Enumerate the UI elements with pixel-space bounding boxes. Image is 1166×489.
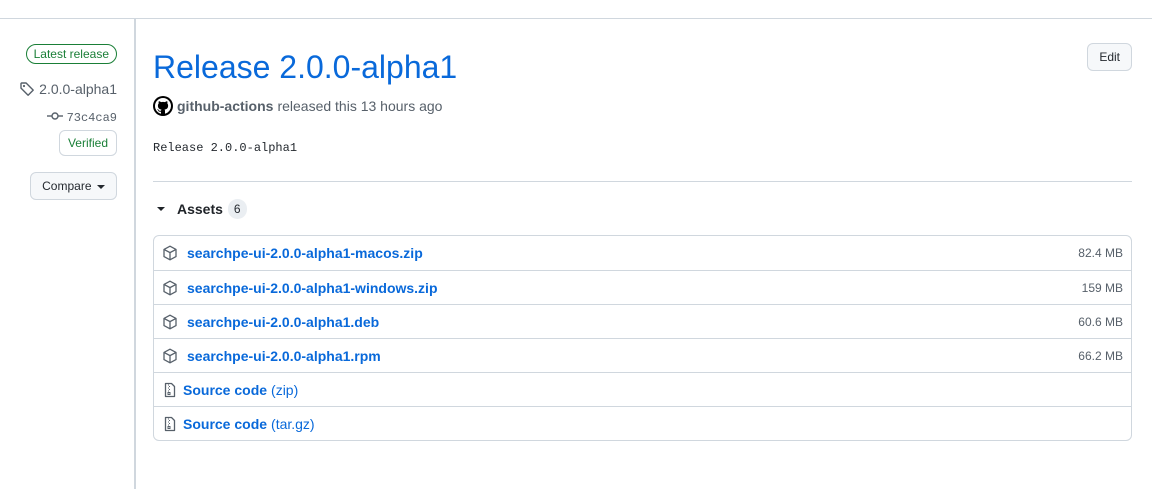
- source-code-format[interactable]: (zip): [271, 382, 298, 398]
- package-icon: [163, 314, 177, 329]
- release-byline: github-actions released this 13 hours ag…: [153, 96, 442, 116]
- release-title[interactable]: Release 2.0.0-alpha1: [153, 47, 457, 87]
- chevron-down-icon: [96, 184, 105, 189]
- source-code-format[interactable]: (tar.gz): [271, 416, 315, 432]
- package-icon: [163, 348, 177, 363]
- asset-row[interactable]: searchpe-ui-2.0.0-alpha1-windows.zip 159…: [154, 270, 1131, 304]
- release-notes: Release 2.0.0-alpha1: [153, 141, 298, 155]
- triangle-down-icon: [157, 207, 165, 211]
- asset-size: 60.6 MB: [1078, 314, 1123, 329]
- section-divider: [153, 181, 1132, 182]
- asset-size: 66.2 MB: [1078, 348, 1123, 363]
- author-link[interactable]: github-actions: [177, 98, 273, 114]
- asset-list: searchpe-ui-2.0.0-alpha1-macos.zip 82.4 …: [153, 235, 1132, 441]
- package-icon: [163, 245, 177, 261]
- compare-button[interactable]: Compare: [30, 172, 117, 200]
- verified-badge[interactable]: Verified: [58, 130, 117, 156]
- asset-link[interactable]: searchpe-ui-2.0.0-alpha1-windows.zip: [187, 280, 438, 296]
- commit-sha: 73c4ca9: [66, 111, 117, 125]
- asset-link[interactable]: searchpe-ui-2.0.0-alpha1.deb: [187, 314, 379, 330]
- assets-toggle[interactable]: Assets 6: [153, 198, 247, 220]
- asset-row[interactable]: searchpe-ui-2.0.0-alpha1.deb 60.6 MB: [154, 304, 1131, 338]
- source-code-link[interactable]: Source code: [183, 382, 267, 398]
- file-zip-icon: [164, 382, 176, 397]
- asset-link[interactable]: searchpe-ui-2.0.0-alpha1.rpm: [187, 348, 381, 364]
- edit-button[interactable]: Edit: [1087, 43, 1132, 71]
- package-icon: [163, 280, 177, 295]
- released-text: released this 13 hours ago: [277, 98, 443, 114]
- commit-link[interactable]: 73c4ca9: [46, 108, 117, 128]
- source-code-link[interactable]: Source code: [183, 416, 267, 432]
- tag-label: 2.0.0-alpha1: [39, 81, 117, 97]
- asset-size: 82.4 MB: [1078, 246, 1123, 260]
- source-row[interactable]: Source code (tar.gz): [154, 406, 1131, 440]
- assets-count: 6: [227, 199, 247, 219]
- git-commit-icon: [46, 108, 63, 128]
- release-sidebar: Latest release 2.0.0-alpha1 73c4ca9 Veri…: [0, 19, 136, 489]
- top-divider: [0, 18, 1152, 19]
- source-row[interactable]: Source code (zip): [154, 372, 1131, 406]
- asset-row[interactable]: searchpe-ui-2.0.0-alpha1-macos.zip 82.4 …: [154, 236, 1131, 270]
- asset-size: 159 MB: [1081, 280, 1123, 295]
- asset-link[interactable]: searchpe-ui-2.0.0-alpha1-macos.zip: [187, 245, 423, 261]
- github-mark-icon[interactable]: [153, 96, 173, 116]
- assets-label: Assets: [177, 201, 223, 217]
- tag-link[interactable]: 2.0.0-alpha1: [19, 81, 117, 97]
- latest-release-badge: Latest release: [25, 44, 117, 64]
- tag-icon: [19, 81, 35, 97]
- compare-label: Compare: [42, 179, 92, 193]
- asset-row[interactable]: searchpe-ui-2.0.0-alpha1.rpm 66.2 MB: [154, 338, 1131, 372]
- file-zip-icon: [164, 416, 176, 431]
